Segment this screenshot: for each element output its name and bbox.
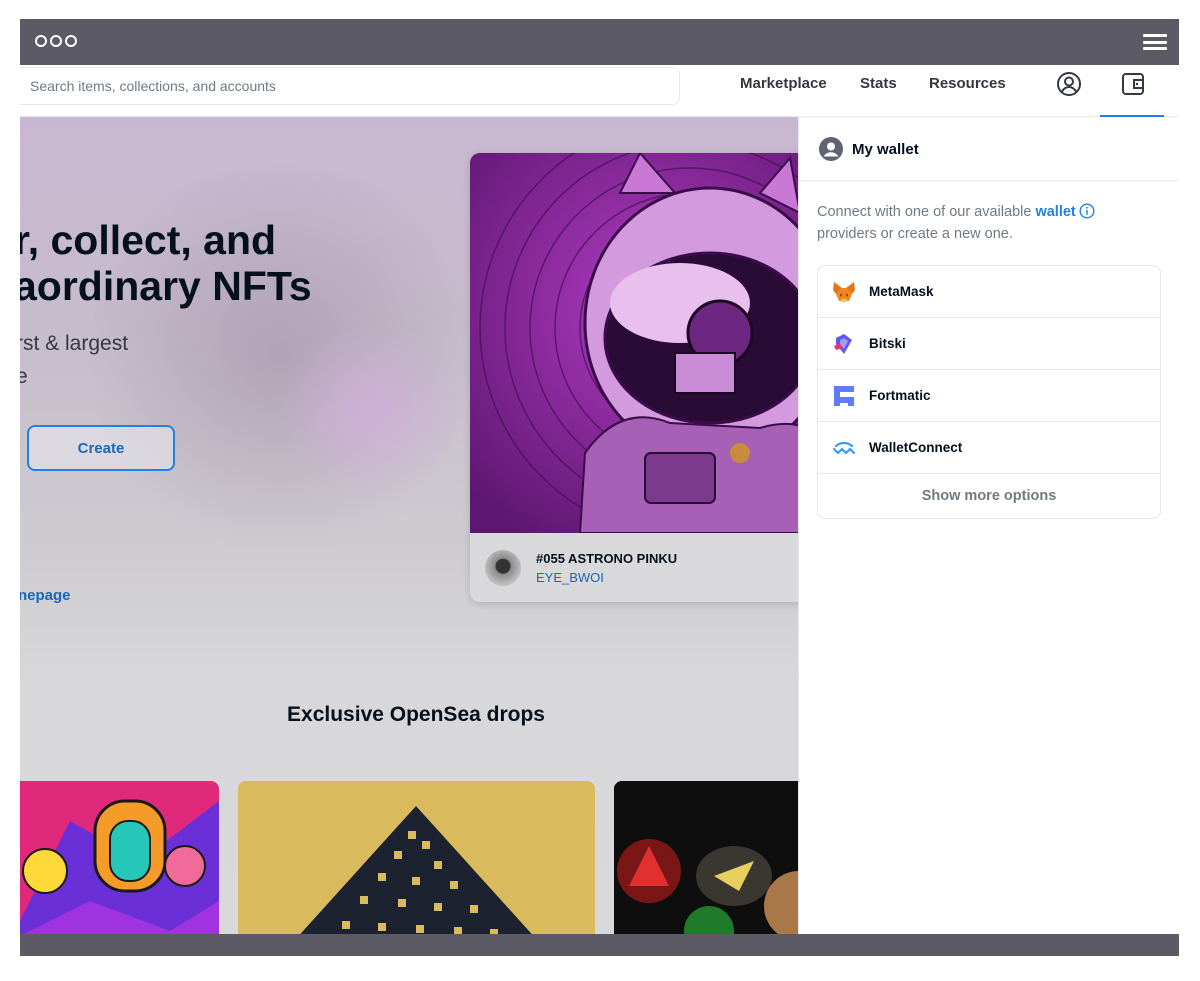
wallet-description-text: providers or create a new one. bbox=[817, 226, 1013, 242]
create-button[interactable]: Create bbox=[27, 425, 175, 471]
bitski-icon bbox=[834, 334, 852, 354]
metamask-icon bbox=[833, 282, 855, 302]
drop-image bbox=[238, 781, 595, 934]
creator-avatar[interactable] bbox=[485, 550, 521, 586]
wallet-icon[interactable] bbox=[1120, 71, 1146, 97]
wallet-description: Connect with one of our available wallet… bbox=[817, 201, 1157, 245]
wallet-panel-header: My wallet bbox=[799, 117, 1179, 181]
info-icon[interactable] bbox=[1079, 203, 1095, 219]
search-box[interactable] bbox=[20, 67, 680, 105]
wallet-info-link[interactable]: wallet bbox=[1035, 204, 1075, 220]
walletconnect-icon bbox=[832, 441, 856, 455]
browser-window: Marketplace Stats Resources r, collect, … bbox=[20, 19, 1179, 956]
drop-card[interactable] bbox=[20, 781, 219, 934]
hero-title-line: aordinary NFTs bbox=[20, 263, 312, 309]
wallet-option-metamask[interactable]: MetaMask bbox=[818, 266, 1160, 318]
featured-nft-meta: #055 ASTRONO PINKU EYE_BWOI bbox=[470, 533, 800, 602]
nft-name: #055 ASTRONO PINKU bbox=[536, 551, 678, 566]
account-icon[interactable] bbox=[1056, 71, 1082, 97]
window-dot[interactable] bbox=[35, 35, 47, 47]
hero-subtitle-line: e bbox=[20, 365, 28, 388]
featured-nft-image[interactable] bbox=[470, 153, 800, 533]
hero-subtitle: rst & largest e bbox=[20, 327, 128, 393]
show-more-options-button[interactable]: Show more options bbox=[818, 474, 1160, 518]
wallet-option-walletconnect[interactable]: WalletConnect bbox=[818, 422, 1160, 474]
wallet-option-fortmatic[interactable]: Fortmatic bbox=[818, 370, 1160, 422]
wallet-option-label: Bitski bbox=[869, 336, 906, 351]
drop-card[interactable] bbox=[614, 781, 800, 934]
drop-image bbox=[20, 781, 219, 934]
user-icon bbox=[819, 137, 843, 161]
creator-link[interactable]: EYE_BWOI bbox=[536, 570, 604, 585]
window-dot[interactable] bbox=[65, 35, 77, 47]
window-dot[interactable] bbox=[50, 35, 62, 47]
wallet-option-label: Fortmatic bbox=[869, 388, 931, 403]
featured-nft-card[interactable]: #055 ASTRONO PINKU EYE_BWOI bbox=[470, 153, 800, 602]
title-bar bbox=[20, 19, 1179, 65]
drop-image bbox=[614, 781, 800, 934]
wallet-option-bitski[interactable]: Bitski bbox=[818, 318, 1160, 370]
wallet-description-text: Connect with one of our available bbox=[817, 204, 1036, 220]
hamburger-menu-icon[interactable] bbox=[1143, 34, 1167, 50]
top-navbar: Marketplace Stats Resources bbox=[20, 65, 1179, 118]
drops-section-title: Exclusive OpenSea drops bbox=[287, 703, 545, 726]
drop-card[interactable] bbox=[238, 781, 595, 934]
wallet-option-label: WalletConnect bbox=[869, 440, 963, 455]
wallet-option-label: MetaMask bbox=[869, 284, 934, 299]
nav-marketplace[interactable]: Marketplace bbox=[740, 75, 827, 92]
homepage-link[interactable]: nepage bbox=[20, 587, 71, 604]
hero-section: r, collect, and aordinary NFTs rst & lar… bbox=[20, 117, 800, 934]
wallet-panel-title: My wallet bbox=[852, 141, 919, 158]
wallet-provider-list: MetaMask Bitski Fortmatic WalletConnect … bbox=[817, 265, 1161, 519]
hero-title-line: r, collect, and bbox=[20, 217, 277, 263]
hero-title: r, collect, and aordinary NFTs bbox=[20, 217, 312, 309]
bottom-bar bbox=[20, 934, 1179, 956]
nav-stats[interactable]: Stats bbox=[860, 75, 897, 92]
fortmatic-icon bbox=[834, 386, 854, 406]
hero-background bbox=[270, 327, 470, 497]
nav-resources[interactable]: Resources bbox=[929, 75, 1006, 92]
search-input[interactable] bbox=[20, 68, 679, 104]
hero-subtitle-line: rst & largest bbox=[20, 332, 129, 355]
window-controls[interactable] bbox=[35, 35, 77, 47]
wallet-panel: My wallet Connect with one of our availa… bbox=[798, 117, 1179, 934]
